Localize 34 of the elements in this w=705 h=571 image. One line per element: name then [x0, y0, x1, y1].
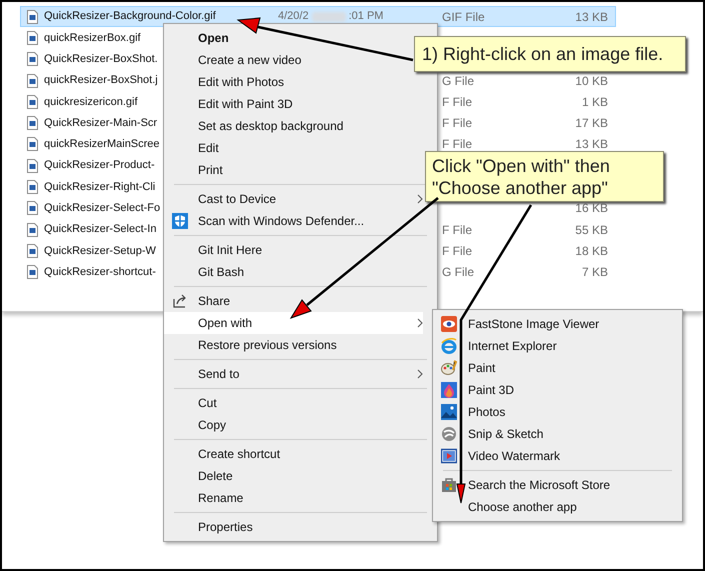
file-name: QuickResizer-Select-Fo [44, 201, 160, 216]
note-tooltip: Click "Open with" then "Choose another app" [425, 151, 664, 202]
file-name: quickResizer-BoxShot.j [44, 73, 158, 88]
file-name: QuickResizer-Select-In [44, 222, 156, 238]
file-type: F File [442, 136, 473, 154]
file-name: quickResizerBox.gif [44, 30, 141, 46]
file-size: 13 KB [574, 136, 608, 154]
note-tooltip: 1) Right-click on an image file. [414, 36, 686, 72]
file-type: F File [442, 94, 473, 111]
file-name: QuickResizer-BoxShot. [44, 52, 158, 67]
file-size: 10 KB [574, 72, 608, 90]
file-name: QuickResizer-Right-Cli [44, 180, 156, 195]
file-name: quickResizerMainScree [44, 137, 160, 152]
file-name: quickresizericon.gif [44, 94, 138, 110]
file-type: F File [442, 222, 473, 239]
file-name: QuickResizer-Setup-W [44, 244, 156, 259]
file-type: G File [442, 264, 476, 282]
file-name: QuickResizer-shortcut- [44, 264, 156, 280]
file-type: F File [442, 242, 473, 260]
file-size: 7 KB [580, 264, 608, 282]
file-name: QuickResizer-Product- [44, 158, 155, 174]
file-size: 17 KB [574, 115, 608, 132]
file-name: QuickResizer-Main-Scr [44, 116, 158, 131]
file-size: 16 KB [574, 200, 608, 218]
file-date: :01 PM [348, 11, 384, 22]
file-name: QuickResizer-Background-Color.gif [44, 9, 216, 24]
file-size: 13 KB [574, 8, 608, 26]
file-type: F File [442, 115, 473, 132]
file-size: 1 KB [580, 94, 608, 111]
file-date: 4/20/2 [278, 11, 309, 22]
file-type: GIF File [442, 8, 486, 26]
file-size: 55 KB [574, 222, 608, 239]
file-type: G File [442, 72, 476, 90]
file-size: 18 KB [574, 242, 608, 260]
